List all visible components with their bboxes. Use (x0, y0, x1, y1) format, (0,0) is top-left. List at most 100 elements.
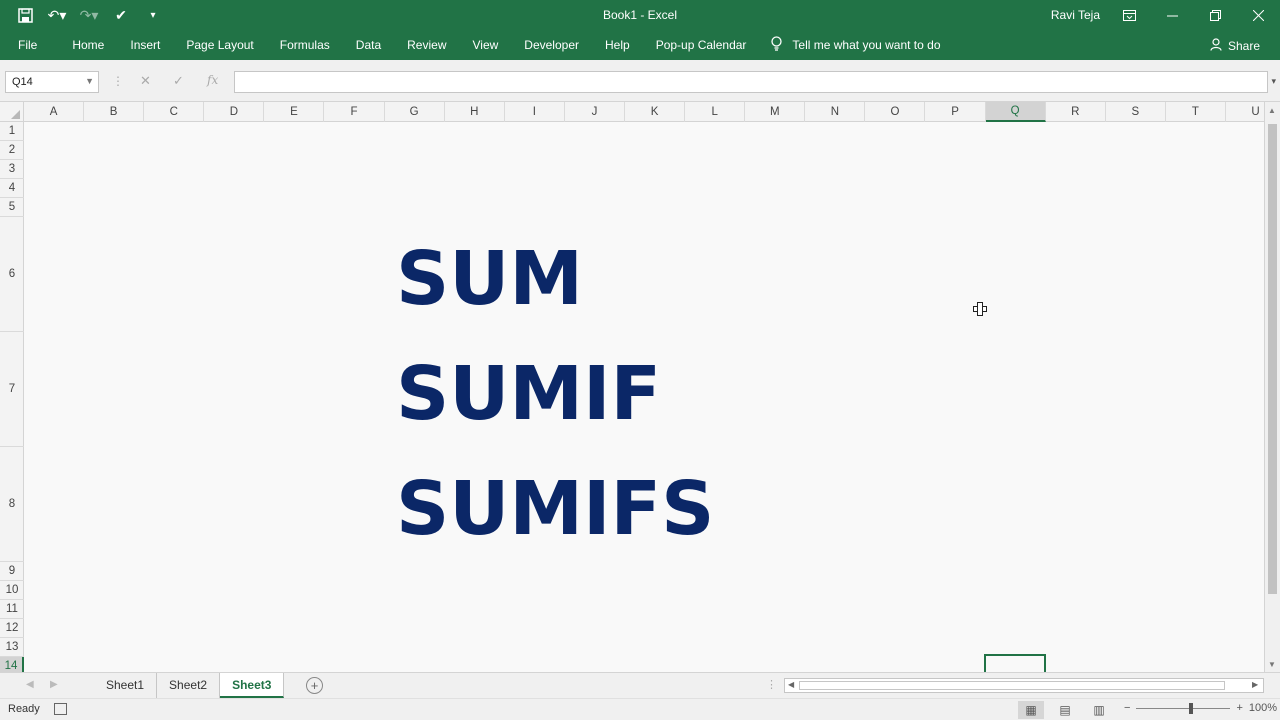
tab-formulas[interactable]: Formulas (267, 38, 343, 52)
person-icon (1210, 38, 1223, 54)
column-header-u[interactable]: U (1226, 102, 1264, 122)
row-header-2[interactable]: 2 (0, 141, 24, 160)
vertical-scroll-thumb[interactable] (1268, 124, 1277, 594)
formula-input[interactable] (234, 71, 1268, 93)
horizontal-scroll-thumb[interactable] (799, 681, 1225, 690)
scroll-right-icon[interactable]: ▶ (1252, 680, 1258, 689)
cell-cursor-icon (973, 302, 987, 316)
scroll-left-icon[interactable]: ◀ (788, 680, 794, 689)
column-header-q[interactable]: Q (985, 102, 1046, 122)
close-icon[interactable] (1237, 0, 1280, 30)
tab-insert[interactable]: Insert (117, 38, 173, 52)
tab-file[interactable]: File (0, 38, 59, 52)
column-header-m[interactable]: M (745, 102, 806, 122)
column-header-t[interactable]: T (1166, 102, 1226, 122)
sheet-tab-bar: ◀ ▶ Sheet1 Sheet2 Sheet3 + ⋮ ◀ ▶ (0, 672, 1280, 698)
row-header-6[interactable]: 6 (0, 217, 24, 332)
zoom-level[interactable]: 100% (1249, 702, 1277, 714)
expand-formula-bar-icon[interactable]: ▾ (1271, 76, 1276, 87)
row-header-13[interactable]: 13 (0, 638, 24, 657)
share-button[interactable]: Share (1210, 38, 1260, 54)
column-header-s[interactable]: S (1106, 102, 1166, 122)
excel-window: ↶▾ ↷▾ ✔ ▾ Book1 - Excel Ravi Teja File H… (0, 0, 1280, 720)
cell-g6-text[interactable]: SUM (396, 242, 583, 316)
scroll-down-icon[interactable]: ▼ (1268, 660, 1276, 669)
column-header-l[interactable]: L (685, 102, 746, 122)
zoom-control: − + 100% (1124, 702, 1277, 714)
cancel-entry-icon[interactable]: ✕ (140, 73, 151, 89)
tab-data[interactable]: Data (343, 38, 394, 52)
worksheet-grid[interactable]: ABCDEFGHIJKLMNOPQRSTU 1 2 3 4 5 6 7 8 9 10 11 12 13 1… (0, 102, 1264, 672)
zoom-in-icon[interactable]: + (1236, 702, 1242, 714)
enter-entry-icon[interactable]: ✓ (173, 73, 184, 89)
column-header-p[interactable]: P (926, 102, 986, 122)
row-header-11[interactable]: 11 (0, 600, 24, 619)
tab-split-grip-icon[interactable]: ⋮ (766, 678, 777, 691)
previous-sheet-icon[interactable]: ◀ (26, 679, 34, 690)
column-header-b[interactable]: B (84, 102, 145, 122)
tab-page-layout[interactable]: Page Layout (173, 38, 266, 52)
column-header-d[interactable]: D (204, 102, 265, 122)
active-cell-indicator[interactable] (984, 654, 1046, 672)
tab-popup-calendar[interactable]: Pop-up Calendar (643, 38, 760, 52)
column-header-k[interactable]: K (625, 102, 686, 122)
row-header-8[interactable]: 8 (0, 447, 24, 562)
insert-function-icon[interactable]: fx (207, 73, 218, 87)
tab-home[interactable]: Home (59, 38, 117, 52)
row-header-3[interactable]: 3 (0, 160, 24, 179)
column-header-h[interactable]: H (445, 102, 505, 122)
ribbon-display-options-icon[interactable] (1108, 0, 1151, 30)
formula-bar-grip-icon[interactable]: ⋮ (112, 74, 124, 88)
add-sheet-icon[interactable]: + (306, 677, 323, 694)
zoom-slider[interactable] (1136, 702, 1231, 714)
column-header-c[interactable]: C (144, 102, 205, 122)
restore-icon[interactable] (1194, 0, 1237, 30)
column-header-g[interactable]: G (385, 102, 445, 122)
row-header-5[interactable]: 5 (0, 198, 24, 217)
formula-bar: Q14 ▼ ⋮ ✕ ✓ fx ▾ (0, 60, 1280, 102)
horizontal-scrollbar[interactable]: ◀ ▶ (784, 678, 1264, 693)
column-header-n[interactable]: N (805, 102, 866, 122)
row-header-9[interactable]: 9 (0, 562, 24, 581)
row-header-14[interactable]: 14 (0, 657, 24, 672)
macro-recording-icon[interactable] (54, 703, 67, 715)
column-header-e[interactable]: E (264, 102, 325, 122)
tell-me-search[interactable]: Tell me what you want to do (759, 36, 941, 54)
row-header-4[interactable]: 4 (0, 179, 24, 198)
page-break-preview-icon[interactable]: ▥ (1086, 701, 1112, 719)
zoom-slider-thumb[interactable] (1189, 702, 1194, 714)
page-layout-view-icon[interactable]: ▤ (1052, 701, 1078, 719)
row-header-10[interactable]: 10 (0, 581, 24, 600)
minimize-icon[interactable] (1151, 0, 1194, 30)
row-header-7[interactable]: 7 (0, 332, 24, 447)
column-header-r[interactable]: R (1046, 102, 1106, 122)
sheet-tab-sheet2[interactable]: Sheet2 (157, 673, 221, 698)
cell-g7-text[interactable]: SUMIF (396, 357, 661, 431)
status-bar: Ready ▦ ▤ ▥ − + 100% (0, 698, 1280, 720)
column-header-a[interactable]: A (24, 102, 85, 122)
row-header-12[interactable]: 12 (0, 619, 24, 638)
normal-view-icon[interactable]: ▦ (1018, 701, 1044, 719)
column-header-o[interactable]: O (865, 102, 926, 122)
tab-developer[interactable]: Developer (511, 38, 592, 52)
cell-g8-text[interactable]: SUMIFS (396, 472, 714, 546)
tab-review[interactable]: Review (394, 38, 459, 52)
sheet-tab-sheet3[interactable]: Sheet3 (220, 673, 285, 698)
user-name[interactable]: Ravi Teja (1051, 8, 1100, 22)
column-header-i[interactable]: I (505, 102, 565, 122)
zoom-out-icon[interactable]: − (1124, 702, 1130, 714)
scroll-up-icon[interactable]: ▲ (1268, 106, 1276, 115)
ribbon-tabs: File Home Insert Page Layout Formulas Da… (0, 30, 1280, 60)
sheet-tab-sheet1[interactable]: Sheet1 (94, 673, 158, 698)
select-all-button[interactable] (0, 102, 24, 122)
next-sheet-icon[interactable]: ▶ (50, 679, 58, 690)
column-header-f[interactable]: F (325, 102, 385, 122)
tab-help[interactable]: Help (592, 38, 643, 52)
tab-view[interactable]: View (460, 38, 512, 52)
chevron-down-icon[interactable]: ▼ (85, 76, 94, 86)
name-box[interactable]: Q14 ▼ (5, 71, 99, 93)
column-header-j[interactable]: J (565, 102, 625, 122)
row-header-1[interactable]: 1 (0, 122, 24, 141)
vertical-scrollbar[interactable]: ▲ ▼ (1264, 102, 1280, 672)
name-box-value: Q14 (12, 76, 33, 88)
